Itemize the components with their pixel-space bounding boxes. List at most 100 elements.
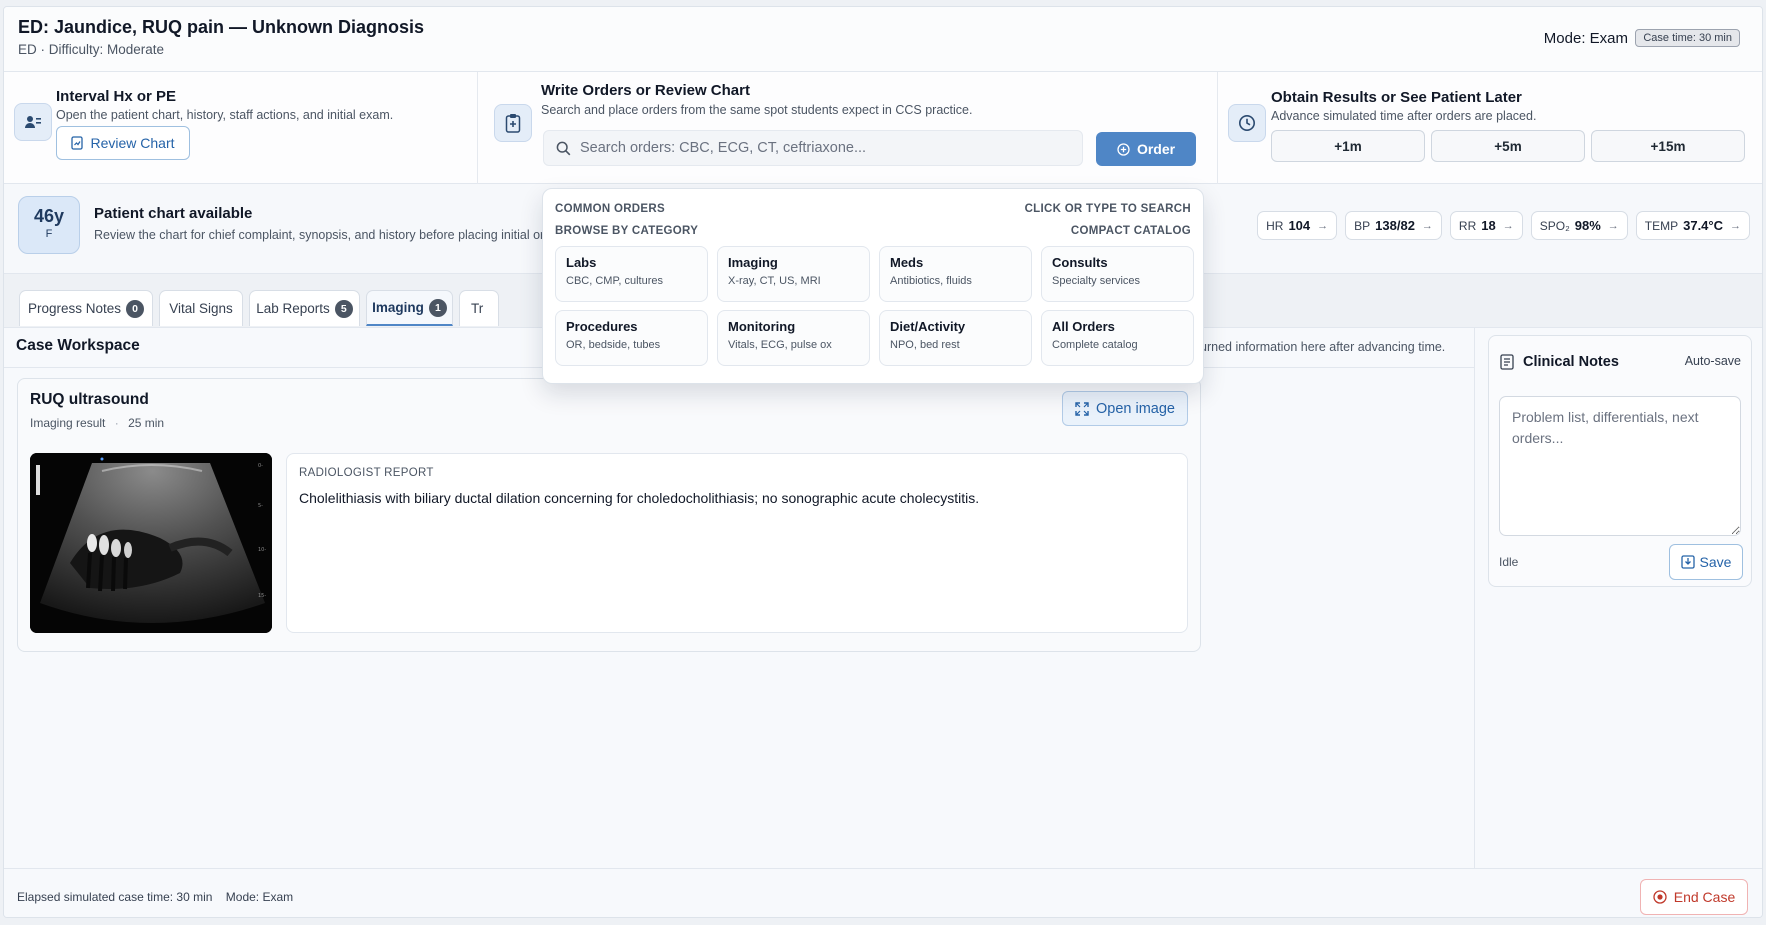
vital-label: BP xyxy=(1354,218,1371,233)
category-meds[interactable]: Meds Antibiotics, fluids xyxy=(879,246,1032,302)
order-search-box[interactable] xyxy=(543,130,1083,166)
case-time-badge: Case time: 30 min xyxy=(1635,29,1740,47)
vital-value: 18 xyxy=(1481,218,1496,233)
save-notes-button[interactable]: Save xyxy=(1669,544,1743,580)
open-image-button[interactable]: Open image xyxy=(1062,391,1188,426)
order-button-label: Order xyxy=(1136,141,1176,157)
results-title: Obtain Results or See Patient Later xyxy=(1271,89,1522,106)
category-desc: Antibiotics, fluids xyxy=(890,275,972,287)
vital-rr[interactable]: RR 18 → xyxy=(1449,211,1523,240)
vital-label: HR xyxy=(1266,218,1284,233)
user-card-icon xyxy=(14,103,52,141)
category-diet-activity[interactable]: Diet/Activity NPO, bed rest xyxy=(879,310,1032,366)
tab-count-badge: 1 xyxy=(428,298,447,317)
arrow-right-icon: → xyxy=(1502,219,1514,232)
category-all-orders[interactable]: All Orders Complete catalog xyxy=(1041,310,1194,366)
common-orders-heading: COMMON ORDERS xyxy=(555,203,665,215)
meta-separator: · xyxy=(114,416,119,430)
vital-spo2[interactable]: SPO₂ 98% → xyxy=(1530,211,1628,240)
tab-count-badge: 5 xyxy=(334,299,353,318)
order-button[interactable]: Order xyxy=(1096,132,1196,166)
end-case-button[interactable]: End Case xyxy=(1640,879,1748,915)
tab-imaging[interactable]: Imaging 1 xyxy=(366,290,453,326)
vital-bp[interactable]: BP 138/82 → xyxy=(1345,211,1442,240)
category-labs[interactable]: Labs CBC, CMP, cultures xyxy=(555,246,708,302)
result-time: 25 min xyxy=(128,416,165,430)
ultrasound-image[interactable]: 0- 5- 10- 15- xyxy=(30,453,272,633)
category-procedures[interactable]: Procedures OR, bedside, tubes xyxy=(555,310,708,366)
arrow-right-icon: → xyxy=(1730,219,1741,232)
tab-label: Vital Signs xyxy=(169,301,233,316)
vital-label: RR xyxy=(1458,218,1477,233)
category-monitoring[interactable]: Monitoring Vitals, ECG, pulse ox xyxy=(717,310,870,366)
advance-15m-button[interactable]: +15m xyxy=(1591,130,1745,162)
tab-label: Lab Reports xyxy=(256,301,330,316)
order-search-input[interactable] xyxy=(580,140,1060,156)
footer-status: Elapsed simulated case time: 30 min Mode… xyxy=(17,890,293,904)
browse-heading: BROWSE BY CATEGORY xyxy=(555,225,699,237)
results-desc: Advance simulated time after orders are … xyxy=(1271,109,1537,123)
category-desc: Vitals, ECG, pulse ox xyxy=(728,339,832,351)
order-dropdown: COMMON ORDERS CLICK OR TYPE TO SEARCH BR… xyxy=(542,188,1204,384)
case-title: ED: Jaundice, RUQ pain — Unknown Diagnos… xyxy=(18,17,425,37)
tab-label: Tr xyxy=(471,301,484,316)
category-desc: CBC, CMP, cultures xyxy=(566,275,663,287)
tab-progress-notes[interactable]: Progress Notes 0 xyxy=(19,290,153,326)
vital-value: 98% xyxy=(1574,218,1601,233)
clinical-notes-panel: Clinical Notes Auto-save Idle Save xyxy=(1488,335,1752,587)
tab-truncated[interactable]: Tr xyxy=(459,290,499,326)
review-chart-label: Review Chart xyxy=(90,135,175,151)
compact-catalog-link[interactable]: COMPACT CATALOG xyxy=(1071,225,1191,237)
expand-icon xyxy=(1075,401,1089,416)
report-text: Cholelithiasis with biliary ductal dilat… xyxy=(299,490,980,506)
orders-desc: Search and place orders from the same sp… xyxy=(541,103,973,117)
case-subtitle: ED · Difficulty: Moderate xyxy=(18,42,165,57)
review-chart-button[interactable]: Review Chart xyxy=(56,126,190,160)
vital-temp[interactable]: TEMP 37.4°C → xyxy=(1635,211,1750,240)
patient-avatar: 46y F xyxy=(18,196,80,254)
category-consults[interactable]: Consults Specialty services xyxy=(1041,246,1194,302)
vital-value: 104 xyxy=(1288,218,1311,233)
stop-circle-icon xyxy=(1653,890,1667,904)
patient-title: Patient chart available xyxy=(94,205,253,222)
category-desc: OR, bedside, tubes xyxy=(566,339,661,351)
category-name: Labs xyxy=(566,255,597,270)
clock-icon xyxy=(1228,104,1266,142)
result-type: Imaging result xyxy=(30,416,106,430)
tab-lab-reports[interactable]: Lab Reports 5 xyxy=(249,290,360,326)
tab-count-badge: 0 xyxy=(126,299,145,318)
category-name: Procedures xyxy=(566,319,638,334)
category-desc: X-ray, CT, US, MRI xyxy=(728,275,821,287)
patient-age: 46y xyxy=(33,206,65,226)
category-desc: Specialty services xyxy=(1052,275,1141,287)
patient-desc: Review the chart for chief complaint, sy… xyxy=(94,228,573,242)
imaging-result-card: RUQ ultrasound Imaging result · 25 min O… xyxy=(17,378,1201,652)
arrow-right-icon: → xyxy=(1421,219,1433,232)
advance-1m-button[interactable]: +1m xyxy=(1271,130,1425,162)
category-name: Meds xyxy=(890,255,924,270)
tab-vital-signs[interactable]: Vital Signs xyxy=(159,290,243,326)
svg-text:15-: 15- xyxy=(258,593,266,599)
result-title: RUQ ultrasound xyxy=(30,391,149,408)
notes-textarea[interactable] xyxy=(1499,396,1741,536)
notes-icon xyxy=(1500,354,1514,370)
vital-label: TEMP xyxy=(1644,218,1679,233)
svg-text:5-: 5- xyxy=(258,503,263,509)
save-icon xyxy=(1680,555,1695,569)
app-window: ED: Jaundice, RUQ pain — Unknown Diagnos… xyxy=(3,6,1763,918)
tab-label: Progress Notes xyxy=(27,301,122,316)
footer-mode: Mode: Exam xyxy=(225,890,294,904)
category-imaging[interactable]: Imaging X-ray, CT, US, MRI xyxy=(717,246,870,302)
category-name: Consults xyxy=(1052,255,1108,270)
workspace-hint: urned information here after advancing t… xyxy=(1200,340,1446,354)
interval-panel: Interval Hx or PE Open the patient chart… xyxy=(4,72,478,184)
plus-circle-icon xyxy=(1117,142,1130,156)
open-image-label: Open image xyxy=(1096,400,1175,417)
category-desc: Complete catalog xyxy=(1052,339,1138,351)
category-name: Monitoring xyxy=(728,319,796,334)
category-name: Diet/Activity xyxy=(890,319,966,334)
elapsed-time: Elapsed simulated case time: 30 min xyxy=(17,890,213,904)
vital-hr[interactable]: HR 104 → xyxy=(1257,211,1338,240)
advance-5m-button[interactable]: +5m xyxy=(1431,130,1585,162)
mode-label: Mode: Exam xyxy=(1543,30,1628,47)
